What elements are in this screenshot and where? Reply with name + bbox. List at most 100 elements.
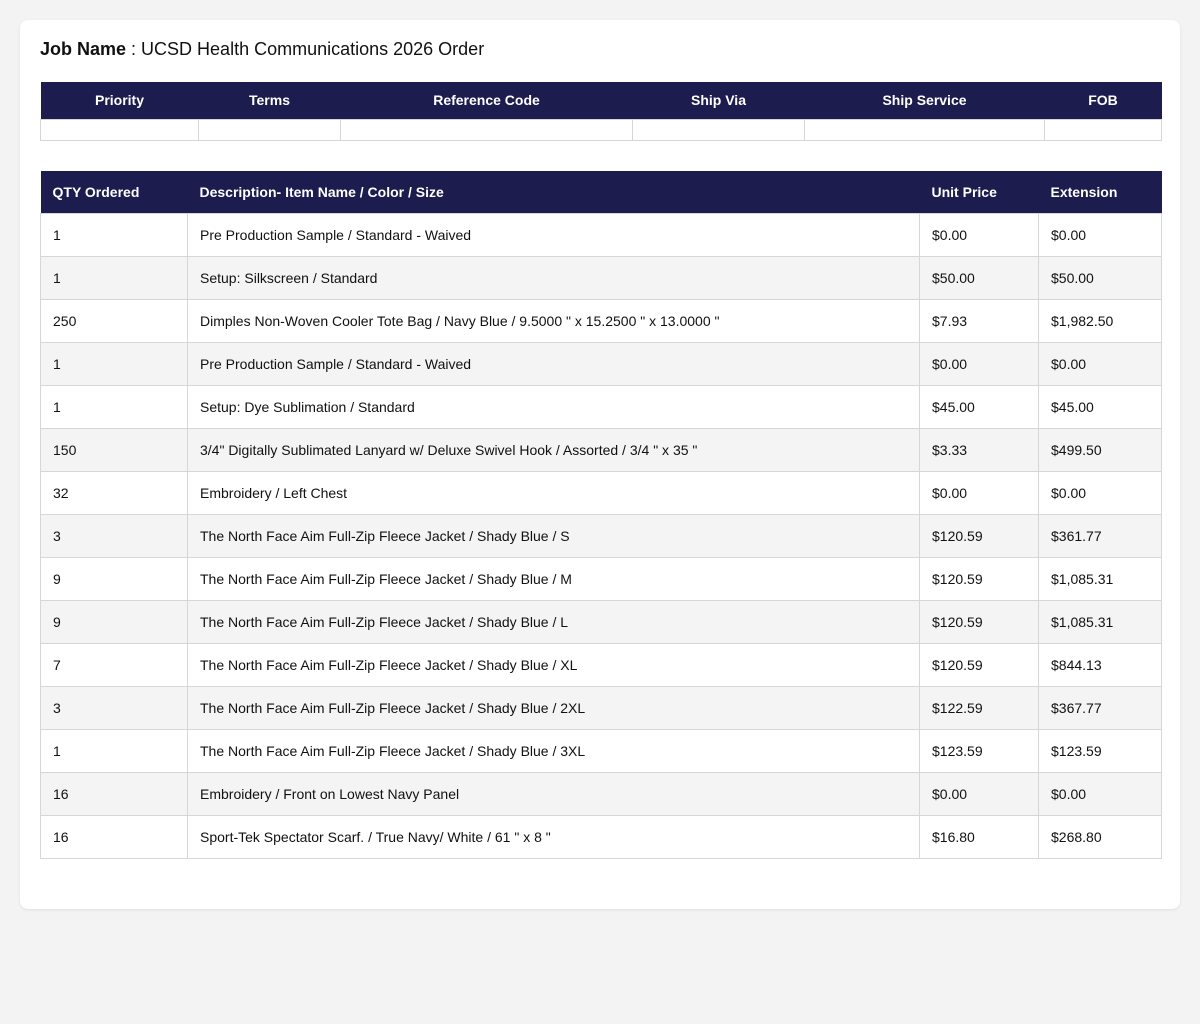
description-cell: Pre Production Sample / Standard - Waive… [187,341,920,386]
table-row: 1 Pre Production Sample / Standard - Waiv… [40,212,1162,257]
description-cell: Sport-Tek Spectator Scarf. / True Navy/ … [187,814,920,859]
unit-price-cell: $0.00 [919,771,1039,816]
description-cell: Setup: Dye Sublimation / Standard [187,384,920,429]
qty-cell: 3 [40,685,188,730]
table-row: 250 Dimples Non-Woven Cooler Tote Bag / N… [40,298,1162,343]
extension-cell: $499.50 [1038,427,1162,472]
description-cell: The North Face Aim Full-Zip Fleece Jacke… [187,728,920,773]
order-card: Job Name : UCSD Health Communications 20… [20,20,1180,909]
qty-cell: 1 [40,341,188,386]
unit-price-cell: $120.59 [919,513,1039,558]
unit-price-cell: $0.00 [919,212,1039,257]
order-items-header-row: QTY Ordered Description- Item Name / Col… [40,171,1162,213]
qty-cell: 9 [40,599,188,644]
description-cell: Dimples Non-Woven Cooler Tote Bag / Navy… [187,298,920,343]
reference-code-value [340,118,633,141]
extension-cell: $45.00 [1038,384,1162,429]
unit-price-cell: $122.59 [919,685,1039,730]
qty-cell: 1 [40,384,188,429]
unit-price-cell: $3.33 [919,427,1039,472]
description-cell: Setup: Silkscreen / Standard [187,255,920,300]
qty-cell: 250 [40,298,188,343]
header-reference-code: Reference Code [340,82,633,119]
header-priority: Priority [40,82,199,119]
table-row: 3 The North Face Aim Full-Zip Fleece Jack… [40,513,1162,558]
table-row: 3 The North Face Aim Full-Zip Fleece Jack… [40,685,1162,730]
extension-cell: $844.13 [1038,642,1162,687]
unit-price-cell: $120.59 [919,556,1039,601]
qty-cell: 16 [40,814,188,859]
header-terms: Terms [198,82,341,119]
description-cell: Pre Production Sample / Standard - Waive… [187,212,920,257]
extension-cell: $268.80 [1038,814,1162,859]
qty-cell: 7 [40,642,188,687]
terms-value [198,118,341,141]
unit-price-cell: $123.59 [919,728,1039,773]
shipping-info-table: Priority Terms Reference Code Ship Via S… [40,82,1162,141]
order-items-table: QTY Ordered Description- Item Name / Col… [40,171,1162,859]
shipping-info-header-row: Priority Terms Reference Code Ship Via S… [40,82,1162,119]
header-ship-service: Ship Service [804,82,1045,119]
description-cell: Embroidery / Left Chest [187,470,920,515]
priority-value [40,118,199,141]
extension-cell: $50.00 [1038,255,1162,300]
qty-cell: 9 [40,556,188,601]
qty-cell: 32 [40,470,188,515]
unit-price-cell: $120.59 [919,599,1039,644]
description-cell: The North Face Aim Full-Zip Fleece Jacke… [187,685,920,730]
table-row: 16 Sport-Tek Spectator Scarf. / True Navy… [40,814,1162,859]
header-fob: FOB [1044,82,1162,119]
table-row: 1 The North Face Aim Full-Zip Fleece Jack… [40,728,1162,773]
table-row: 7 The North Face Aim Full-Zip Fleece Jack… [40,642,1162,687]
extension-cell: $367.77 [1038,685,1162,730]
extension-cell: $123.59 [1038,728,1162,773]
extension-cell: $0.00 [1038,470,1162,515]
unit-price-cell: $50.00 [919,255,1039,300]
job-name-label: Job Name [40,39,127,59]
table-row: 150 3/4" Digitally Sublimated Lanyard w/ … [40,427,1162,472]
header-unit-price: Unit Price [919,171,1039,213]
job-name-value: UCSD Health Communications 2026 Order [141,39,485,59]
order-items-body: 1 Pre Production Sample / Standard - Waiv… [40,212,1162,859]
description-cell: The North Face Aim Full-Zip Fleece Jacke… [187,599,920,644]
qty-cell: 1 [40,255,188,300]
header-qty-ordered: QTY Ordered [40,171,188,213]
description-cell: Embroidery / Front on Lowest Navy Panel [187,771,920,816]
header-extension: Extension [1038,171,1162,213]
description-cell: The North Face Aim Full-Zip Fleece Jacke… [187,513,920,558]
table-row: 16 Embroidery / Front on Lowest Navy Pane… [40,771,1162,816]
shipping-info-value-row [40,118,1162,141]
table-row: 1 Setup: Silkscreen / Standard $50.00 $50.0… [40,255,1162,300]
description-cell: The North Face Aim Full-Zip Fleece Jacke… [187,642,920,687]
ship-service-value [804,118,1045,141]
table-row: 9 The North Face Aim Full-Zip Fleece Jack… [40,556,1162,601]
extension-cell: $1,982.50 [1038,298,1162,343]
header-description: Description- Item Name / Color / Size [187,171,920,213]
ship-via-value [632,118,805,141]
description-cell: 3/4" Digitally Sublimated Lanyard w/ Del… [187,427,920,472]
extension-cell: $0.00 [1038,771,1162,816]
unit-price-cell: $0.00 [919,470,1039,515]
qty-cell: 16 [40,771,188,816]
table-row: 1 Pre Production Sample / Standard - Waiv… [40,341,1162,386]
fob-value [1044,118,1162,141]
extension-cell: $1,085.31 [1038,556,1162,601]
extension-cell: $0.00 [1038,212,1162,257]
qty-cell: 150 [40,427,188,472]
job-name-separator: : [126,39,142,59]
unit-price-cell: $120.59 [919,642,1039,687]
unit-price-cell: $0.00 [919,341,1039,386]
table-row: 9 The North Face Aim Full-Zip Fleece Jack… [40,599,1162,644]
unit-price-cell: $45.00 [919,384,1039,429]
unit-price-cell: $7.93 [919,298,1039,343]
header-ship-via: Ship Via [632,82,805,119]
qty-cell: 3 [40,513,188,558]
job-name-heading: Job Name : UCSD Health Communications 20… [40,38,484,60]
description-cell: The North Face Aim Full-Zip Fleece Jacke… [187,556,920,601]
table-row: 1 Setup: Dye Sublimation / Standard $45.00… [40,384,1162,429]
extension-cell: $361.77 [1038,513,1162,558]
qty-cell: 1 [40,728,188,773]
unit-price-cell: $16.80 [919,814,1039,859]
extension-cell: $1,085.31 [1038,599,1162,644]
qty-cell: 1 [40,212,188,257]
